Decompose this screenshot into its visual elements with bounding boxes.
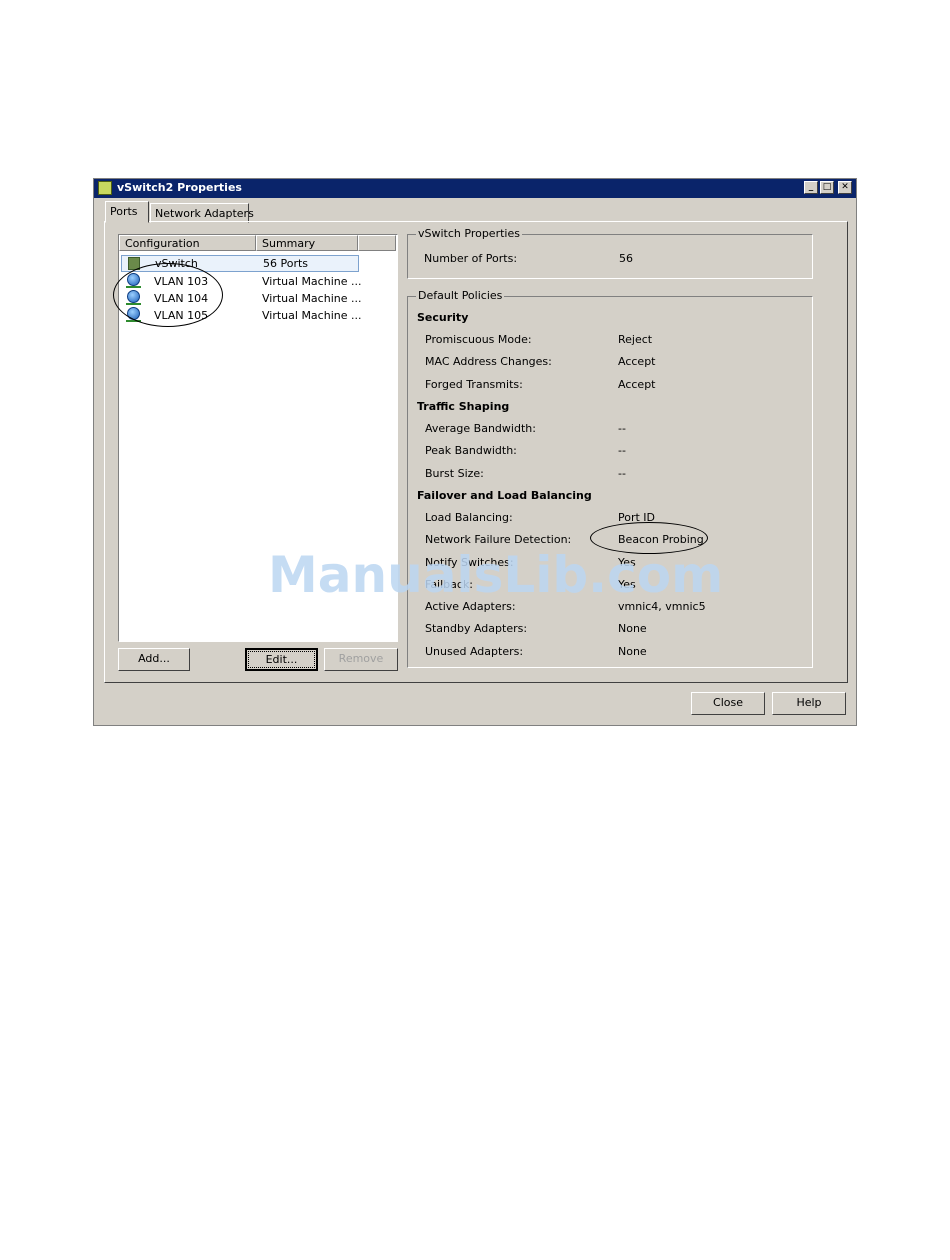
minimize-button[interactable]: _ bbox=[804, 181, 818, 194]
close-button[interactable]: Close bbox=[691, 692, 765, 715]
remove-button[interactable]: Remove bbox=[324, 648, 398, 671]
average-bandwidth-value: -- bbox=[618, 422, 626, 435]
row-summary: Virtual Machine ... bbox=[262, 292, 362, 305]
number-of-ports-value: 56 bbox=[619, 252, 633, 265]
traffic-shaping-heading: Traffic Shaping bbox=[417, 400, 510, 413]
default-policies-title: Default Policies bbox=[416, 289, 505, 302]
properties-dialog: vSwitch2 Properties _ □ ✕ Ports Network … bbox=[93, 178, 857, 726]
tab-ports[interactable]: Ports bbox=[105, 201, 149, 223]
title-bar[interactable]: vSwitch2 Properties _ □ ✕ bbox=[94, 179, 856, 198]
close-window-button[interactable]: ✕ bbox=[838, 181, 852, 194]
peak-bandwidth-label: Peak Bandwidth: bbox=[425, 444, 517, 457]
tab-network-adapters-label: Network Adapters bbox=[155, 207, 254, 220]
vswitch-properties-group: vSwitch Properties Number of Ports: 56 bbox=[407, 227, 813, 279]
mac-address-changes-label: MAC Address Changes: bbox=[425, 355, 552, 368]
column-header-summary[interactable]: Summary bbox=[256, 235, 358, 251]
security-heading: Security bbox=[417, 311, 469, 324]
vswitch-properties-title: vSwitch Properties bbox=[416, 227, 522, 240]
network-failure-detection-label: Network Failure Detection: bbox=[425, 533, 572, 546]
default-policies-group: Default Policies Security Promiscuous Mo… bbox=[407, 289, 813, 668]
promiscuous-mode-label: Promiscuous Mode: bbox=[425, 333, 532, 346]
unused-adapters-label: Unused Adapters: bbox=[425, 645, 524, 658]
add-button[interactable]: Add... bbox=[118, 648, 190, 671]
edit-button[interactable]: Edit... bbox=[245, 648, 318, 671]
tab-ports-label: Ports bbox=[110, 205, 138, 218]
standby-adapters-value: None bbox=[618, 622, 647, 635]
vswitch-app-icon bbox=[98, 181, 112, 195]
ports-tab-panel: Configuration Summary vSwitch 56 Ports V… bbox=[104, 221, 848, 683]
peak-bandwidth-value: -- bbox=[618, 444, 626, 457]
average-bandwidth-label: Average Bandwidth: bbox=[425, 422, 536, 435]
tab-network-adapters[interactable]: Network Adapters bbox=[150, 203, 254, 223]
number-of-ports-label: Number of Ports: bbox=[424, 252, 518, 265]
column-summary-label: Summary bbox=[262, 237, 316, 250]
burst-size-label: Burst Size: bbox=[425, 467, 484, 480]
forged-transmits-value: Accept bbox=[618, 378, 656, 391]
unused-adapters-value: None bbox=[618, 645, 647, 658]
row-summary: Virtual Machine ... bbox=[262, 275, 362, 288]
maximize-button[interactable]: □ bbox=[820, 181, 834, 194]
forged-transmits-label: Forged Transmits: bbox=[425, 378, 523, 391]
help-button[interactable]: Help bbox=[772, 692, 846, 715]
mac-address-changes-value: Accept bbox=[618, 355, 656, 368]
load-balancing-label: Load Balancing: bbox=[425, 511, 513, 524]
column-header-configuration[interactable]: Configuration bbox=[119, 235, 256, 251]
promiscuous-mode-value: Reject bbox=[618, 333, 653, 346]
column-header-blank bbox=[358, 235, 396, 251]
burst-size-value: -- bbox=[618, 467, 626, 480]
failover-heading: Failover and Load Balancing bbox=[417, 489, 592, 502]
standby-adapters-label: Standby Adapters: bbox=[425, 622, 528, 635]
window-title: vSwitch2 Properties bbox=[117, 181, 242, 194]
column-configuration-label: Configuration bbox=[125, 237, 200, 250]
annotation-ellipse-vlans bbox=[113, 263, 223, 327]
watermark: ManualsLib.com bbox=[268, 546, 724, 604]
row-summary: 56 Ports bbox=[263, 257, 309, 270]
row-summary: Virtual Machine ... bbox=[262, 309, 362, 322]
